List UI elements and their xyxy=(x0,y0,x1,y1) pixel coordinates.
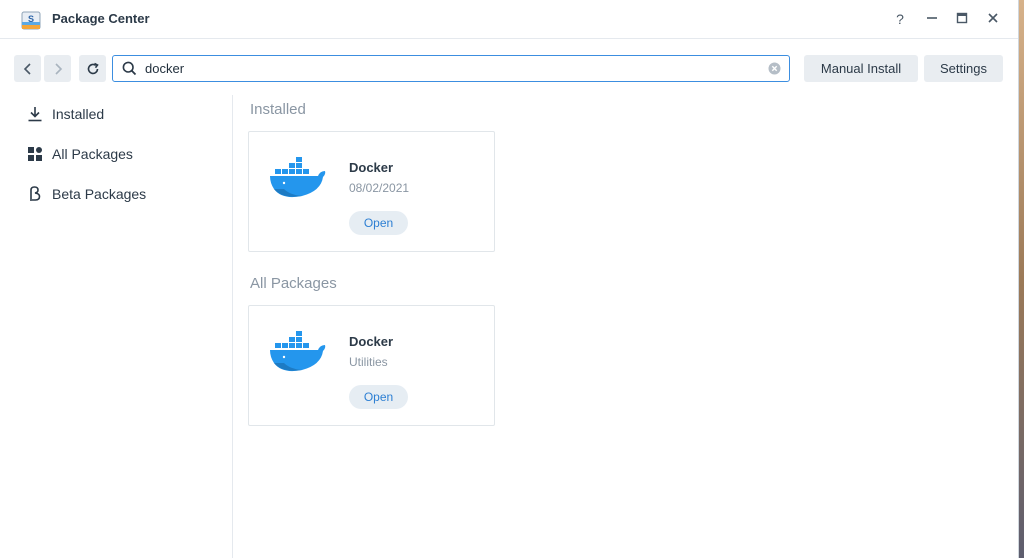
package-card-docker-all[interactable]: Docker Utilities Open xyxy=(248,305,495,426)
back-button[interactable] xyxy=(14,55,41,82)
sidebar-item-beta-packages[interactable]: Beta Packages xyxy=(0,175,232,213)
open-button[interactable]: Open xyxy=(349,211,408,235)
sidebar-item-label: Beta Packages xyxy=(52,186,147,202)
clear-search-icon[interactable] xyxy=(768,62,781,80)
refresh-icon xyxy=(87,62,99,74)
section-title-installed: Installed xyxy=(250,101,306,118)
package-category: Utilities xyxy=(349,355,388,369)
download-icon xyxy=(27,106,43,122)
settings-button[interactable]: Settings xyxy=(924,55,1003,82)
forward-button[interactable] xyxy=(44,55,71,82)
desktop-background xyxy=(1019,0,1024,558)
manual-install-button[interactable]: Manual Install xyxy=(804,55,918,82)
refresh-button[interactable] xyxy=(79,55,106,82)
maximize-button[interactable] xyxy=(952,9,972,29)
title-bar: S Package Center ? xyxy=(0,0,1018,39)
beta-icon xyxy=(27,186,43,202)
package-name: Docker xyxy=(349,334,394,349)
close-button[interactable] xyxy=(983,9,1003,29)
search-input[interactable]: docker xyxy=(112,55,790,82)
search-icon xyxy=(122,61,137,81)
sidebar-item-label: All Packages xyxy=(52,146,133,162)
close-icon xyxy=(988,13,998,23)
package-card-docker-installed[interactable]: Docker 08/02/2021 Open xyxy=(248,131,495,252)
package-center-app-icon: S xyxy=(20,9,42,31)
package-center-window: S Package Center ? docker Manual Install… xyxy=(0,0,1019,558)
maximize-icon xyxy=(956,12,968,24)
grid-icon xyxy=(27,146,43,162)
sidebar-item-installed[interactable]: Installed xyxy=(0,95,232,133)
svg-text:S: S xyxy=(28,14,34,24)
sidebar: Installed All Packages Beta Packages xyxy=(0,95,233,558)
search-value[interactable]: docker xyxy=(145,61,184,76)
sidebar-item-all-packages[interactable]: All Packages xyxy=(0,135,232,173)
docker-whale-icon xyxy=(268,329,328,375)
open-button[interactable]: Open xyxy=(349,385,408,409)
minimize-button[interactable] xyxy=(922,9,942,29)
window-title: Package Center xyxy=(52,11,150,26)
chevron-left-icon xyxy=(23,62,31,75)
help-button[interactable]: ? xyxy=(890,9,910,29)
package-name: Docker xyxy=(349,160,394,175)
chevron-right-icon xyxy=(54,62,62,75)
sidebar-item-label: Installed xyxy=(52,106,105,122)
package-install-date: 08/02/2021 xyxy=(349,181,410,195)
section-title-all-packages: All Packages xyxy=(250,275,337,292)
minimize-icon xyxy=(927,17,937,19)
docker-whale-icon xyxy=(268,155,328,201)
